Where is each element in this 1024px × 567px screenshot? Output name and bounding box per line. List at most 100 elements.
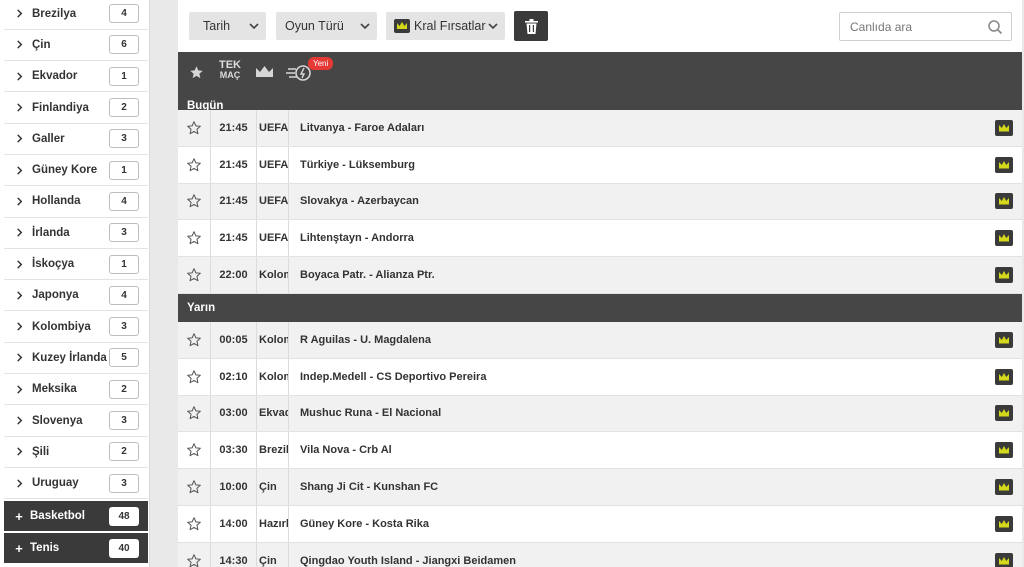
game-type-dropdown[interactable]: Oyun Türü bbox=[276, 12, 377, 40]
match-teams: Güney Kore - Kosta Rika bbox=[300, 517, 429, 530]
sidebar-item[interactable]: Galler 3 bbox=[4, 123, 148, 155]
match-teams: Boyaca Patr. - Alianza Ptr. bbox=[300, 269, 435, 282]
sidebar-category[interactable]: + Basketbol 48 bbox=[4, 501, 148, 531]
favorite-star-icon[interactable] bbox=[178, 358, 211, 395]
match-row[interactable]: 10:00 Çin Shang Ji Cit - Kunshan FC bbox=[178, 469, 1022, 506]
kral-firsatlar-dropdown[interactable]: Kral Fırsatlar bbox=[386, 12, 505, 40]
chevron-right-icon bbox=[10, 291, 28, 300]
match-row[interactable]: 21:45 UEFA Slovakya - Azerbaycan bbox=[178, 183, 1022, 221]
crown-icon[interactable] bbox=[995, 119, 1013, 136]
match-row[interactable]: 21:45 UEFA Türkiye - Lüksemburg bbox=[178, 146, 1022, 184]
match-league-text: Kolombiya bbox=[259, 269, 288, 282]
match-row[interactable]: 14:00Hazırlık Güney Kore - Kosta Rika bbox=[178, 506, 1022, 543]
search-icon[interactable] bbox=[987, 19, 1003, 35]
match-row[interactable]: 03:00Ekvador Mushuc Runa - El Nacional bbox=[178, 395, 1022, 433]
favorites-filter[interactable] bbox=[186, 52, 206, 92]
crown-icon[interactable] bbox=[995, 156, 1013, 173]
sidebar-item[interactable]: Finlandiya 2 bbox=[4, 92, 148, 124]
match-time: 21:45 bbox=[211, 183, 257, 220]
sidebar-item[interactable]: İskoçya 1 bbox=[4, 248, 148, 281]
sidebar-item[interactable]: Slovenya 3 bbox=[4, 405, 148, 437]
sidebar-item-count: 6 bbox=[109, 35, 139, 55]
favorite-star-icon[interactable] bbox=[178, 257, 211, 293]
favorite-star-icon[interactable] bbox=[178, 506, 211, 542]
sidebar-item-count: 2 bbox=[109, 442, 139, 462]
match-league: UEFA bbox=[257, 183, 289, 220]
clear-filters-button[interactable] bbox=[514, 11, 548, 41]
chevron-right-icon bbox=[10, 72, 28, 81]
favorite-star-icon[interactable] bbox=[178, 542, 211, 567]
crown-icon[interactable] bbox=[995, 368, 1013, 385]
favorite-star-icon[interactable] bbox=[178, 395, 211, 432]
match-time: 03:30 bbox=[211, 432, 257, 469]
match-time: 21:45 bbox=[211, 110, 257, 146]
match-row[interactable]: 21:45 UEFA Lihtenştayn - Andorra bbox=[178, 220, 1022, 258]
sidebar-item-count: 4 bbox=[109, 285, 139, 305]
sidebar-category[interactable]: + Tenis 40 bbox=[4, 533, 148, 563]
favorite-star-icon[interactable] bbox=[178, 110, 211, 146]
match-row[interactable]: 00:05Kolombiya R Aguilas - U. Magdalena bbox=[178, 322, 1022, 359]
crown-icon[interactable] bbox=[995, 552, 1013, 567]
match-row[interactable]: 02:10Kolombiya Indep.Medell - CS Deportiv… bbox=[178, 358, 1022, 396]
sidebar-item[interactable]: Ekvador 1 bbox=[4, 61, 148, 93]
match-league: UEFA bbox=[257, 110, 289, 146]
match-row[interactable]: 03:30Brezilya Vila Nova - Crb Al bbox=[178, 432, 1022, 470]
match-time: 21:45 bbox=[211, 146, 257, 183]
favorite-star-icon[interactable] bbox=[178, 432, 211, 469]
chevron-right-icon bbox=[10, 9, 28, 18]
sidebar-item[interactable]: Çin 6 bbox=[4, 29, 148, 62]
crown-icon[interactable] bbox=[995, 331, 1013, 348]
match-league-text: Brezilya bbox=[259, 444, 289, 457]
match-league: Hazırlık bbox=[257, 506, 289, 542]
date-dropdown[interactable]: Tarih bbox=[189, 12, 266, 40]
favorite-star-icon[interactable] bbox=[178, 469, 211, 505]
match-time: 10:00 bbox=[211, 469, 257, 505]
sidebar-item-count: 3 bbox=[109, 411, 139, 431]
sidebar-item[interactable]: Kuzey İrlanda 5 bbox=[4, 342, 148, 375]
match-league: Kolombiya bbox=[257, 358, 289, 395]
search-input[interactable] bbox=[840, 13, 980, 40]
kral-filter[interactable] bbox=[254, 52, 274, 92]
search-box bbox=[839, 12, 1012, 41]
main-panel: Tarih Oyun Türü Kral Fırsatlar TEK MAÇ bbox=[178, 0, 1022, 567]
crown-icon[interactable] bbox=[995, 479, 1013, 496]
crown-icon[interactable] bbox=[995, 230, 1013, 247]
sidebar-item[interactable]: Kolombiya 3 bbox=[4, 311, 148, 343]
trash-icon bbox=[524, 18, 538, 34]
favorite-star-icon[interactable] bbox=[178, 146, 211, 183]
sidebar-item[interactable]: Meksika 2 bbox=[4, 374, 148, 406]
chevron-right-icon bbox=[10, 479, 28, 488]
sidebar-item[interactable]: İrlanda 3 bbox=[4, 217, 148, 249]
sidebar-item-label: Kuzey İrlanda bbox=[32, 351, 107, 364]
toolbar: Tarih Oyun Türü Kral Fırsatlar bbox=[178, 0, 1022, 52]
chevron-right-icon bbox=[10, 103, 28, 112]
sidebar-item[interactable]: Brezilya 4 bbox=[4, 0, 148, 30]
sidebar-item[interactable]: Hollanda 4 bbox=[4, 186, 148, 218]
match-row[interactable]: 14:30 Çin Qingdao Youth Island - Jiangxi B… bbox=[178, 542, 1022, 567]
match-time: 03:00 bbox=[211, 395, 257, 432]
match-row[interactable]: 21:45 UEFA Litvanya - Faroe Adaları bbox=[178, 110, 1022, 147]
favorite-star-icon[interactable] bbox=[178, 220, 211, 257]
single-match-filter[interactable]: TEK MAÇ bbox=[217, 60, 243, 81]
crown-icon[interactable] bbox=[995, 267, 1013, 284]
chevron-down-icon bbox=[360, 23, 370, 30]
sidebar-item-label: Slovenya bbox=[32, 414, 83, 427]
sidebar-item[interactable]: Güney Kore 1 bbox=[4, 155, 148, 187]
match-teams: Litvanya - Faroe Adaları bbox=[300, 121, 425, 134]
chevron-right-icon bbox=[10, 228, 28, 237]
favorite-star-icon[interactable] bbox=[178, 322, 211, 358]
sidebar-item[interactable]: Uruguay 3 bbox=[4, 468, 148, 500]
sidebar-item[interactable]: Şili 2 bbox=[4, 436, 148, 468]
match-row[interactable]: 22:00Kolombiya Boyaca Patr. - Alianza Ptr… bbox=[178, 257, 1022, 294]
crown-icon[interactable] bbox=[995, 442, 1013, 459]
sidebar-item[interactable]: Japonya 4 bbox=[4, 280, 148, 312]
favorite-star-icon[interactable] bbox=[178, 183, 211, 220]
crown-icon[interactable] bbox=[995, 405, 1013, 422]
sidebar-item-label: Hollanda bbox=[32, 195, 81, 208]
match-league-text: UEFA bbox=[259, 158, 289, 171]
crown-icon[interactable] bbox=[995, 193, 1013, 210]
match-teams: Mushuc Runa - El Nacional bbox=[300, 407, 442, 420]
match-time: 14:30 bbox=[211, 542, 257, 567]
chevron-right-icon bbox=[10, 166, 28, 175]
crown-icon[interactable] bbox=[995, 515, 1013, 532]
